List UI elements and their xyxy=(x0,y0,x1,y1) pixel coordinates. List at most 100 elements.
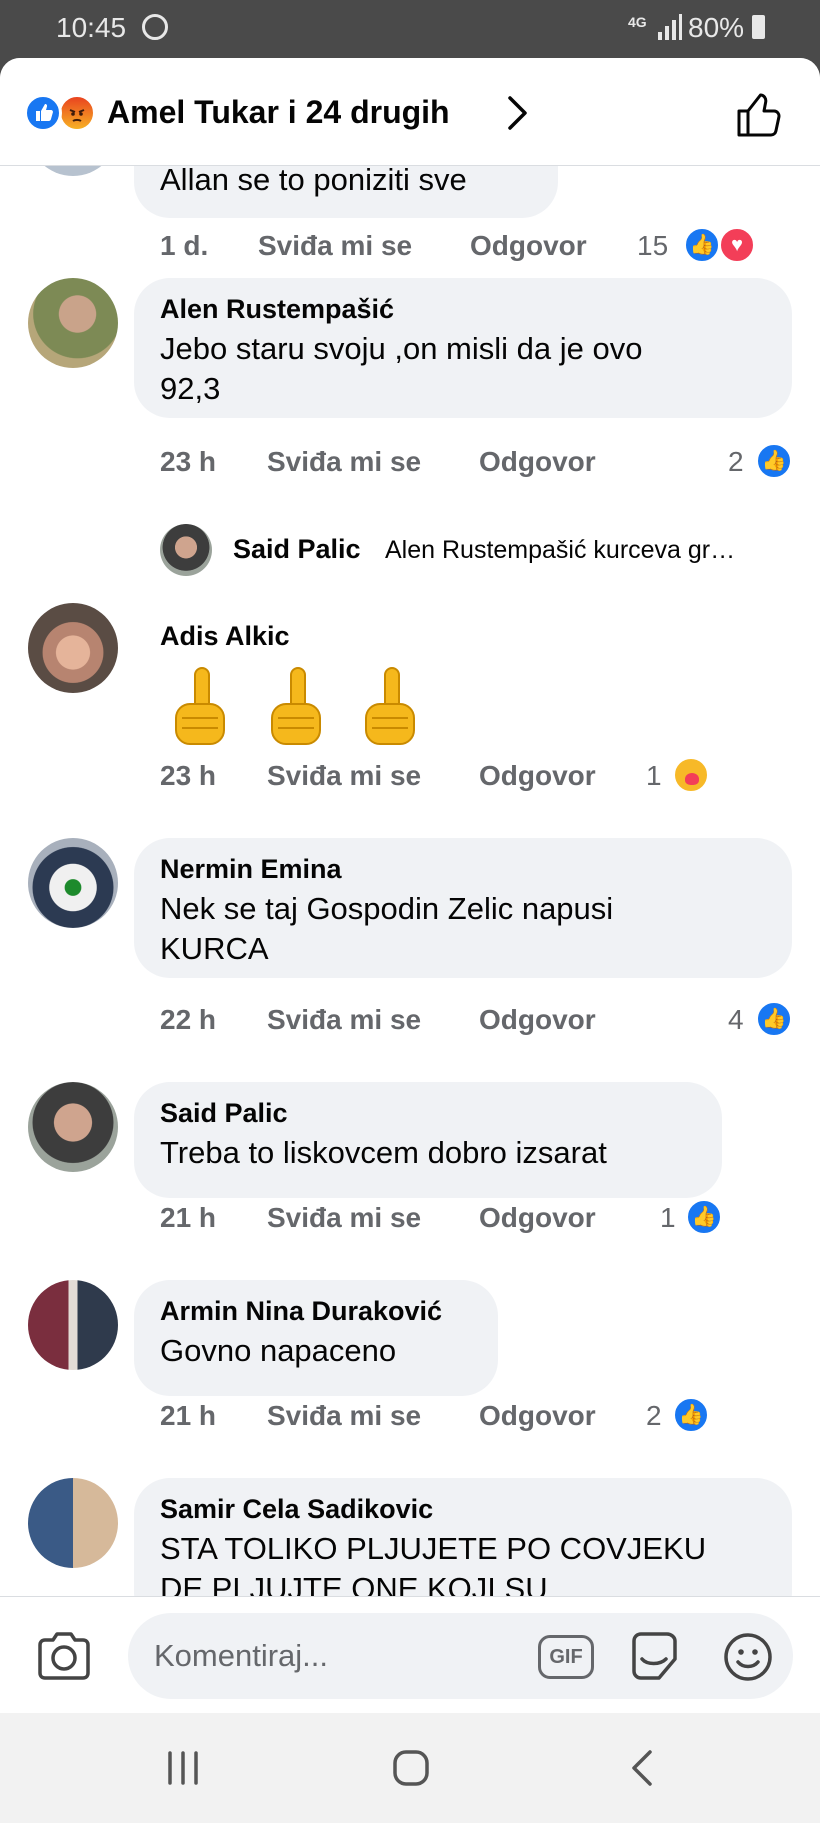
reply-author[interactable]: Said Palic xyxy=(233,534,361,565)
status-bar: 10:45 4G 80% xyxy=(0,0,820,58)
comment-author[interactable]: Nermin Emina xyxy=(160,854,766,885)
reply-link[interactable]: Odgovor xyxy=(479,1004,596,1036)
avatar[interactable] xyxy=(28,166,118,176)
like-link[interactable]: Sviđa mi se xyxy=(267,446,421,478)
comment-emoji xyxy=(170,666,430,750)
like-link[interactable]: Sviđa mi se xyxy=(258,230,412,262)
comment-author[interactable]: Armin Nina Duraković xyxy=(160,1296,472,1327)
like-link[interactable]: Sviđa mi se xyxy=(267,1202,421,1234)
comment-author[interactable]: Samir Cela Sadikovic xyxy=(160,1494,766,1525)
battery-icon xyxy=(752,15,765,39)
comment-author[interactable]: Said Palic xyxy=(160,1098,696,1129)
comment-composer: Komentiraj... GIF xyxy=(0,1596,820,1713)
comment-bubble[interactable]: Armin Nina Duraković Govno napaceno xyxy=(134,1280,498,1396)
like-icon: 👍 xyxy=(755,1000,793,1038)
avatar[interactable] xyxy=(28,278,118,368)
status-time: 10:45 xyxy=(56,12,127,43)
like-icon xyxy=(24,94,62,132)
comment-text: Treba to liskovcem dobro izsarat xyxy=(160,1133,696,1173)
avatar[interactable] xyxy=(28,1082,118,1172)
avatar[interactable] xyxy=(28,1280,118,1370)
like-link[interactable]: Sviđa mi se xyxy=(267,1004,421,1036)
comment-meta: 21 h Sviđa mi se Odgovor xyxy=(160,1202,660,1242)
recent-apps-icon[interactable] xyxy=(165,1751,201,1785)
pointing-up-emoji xyxy=(175,667,225,745)
avatar[interactable] xyxy=(28,1478,118,1568)
comment-input[interactable]: Komentiraj... GIF xyxy=(128,1613,793,1699)
comment-text: Allan se to poniziti sve xyxy=(160,166,467,197)
thumbs-up-icon[interactable] xyxy=(734,88,786,140)
comment-meta: 21 h Sviđa mi se Odgovor xyxy=(160,1400,660,1440)
reaction-count[interactable]: 2 xyxy=(728,446,744,478)
comment-text-line: Nek se taj Gospodin Zelic napusi xyxy=(160,891,614,926)
comment-text-line: Govno napaceno xyxy=(160,1333,397,1368)
comment-text: Govno napaceno xyxy=(160,1331,472,1371)
like-link[interactable]: Sviđa mi se xyxy=(267,760,421,792)
comment-text: Jebo staru svoju ,on misli da je ovo 92,… xyxy=(160,329,766,409)
reaction-count[interactable]: 15 xyxy=(637,230,668,262)
reactions-summary[interactable]: Amel Tukar i 24 drugih xyxy=(107,94,450,131)
network-type: 4G xyxy=(628,14,647,30)
comment-text-line: Treba to liskovcem dobro izsarat xyxy=(160,1135,607,1170)
comment-meta: 23 h Sviđa mi se Odgovor xyxy=(160,446,660,486)
reply-link[interactable]: Odgovor xyxy=(479,446,596,478)
reaction-count[interactable]: 1 xyxy=(660,1202,676,1234)
comment-text-line: 92,3 xyxy=(160,371,221,406)
comment-time: 21 h xyxy=(160,1202,217,1233)
signal-icon xyxy=(656,14,682,40)
back-icon[interactable] xyxy=(628,1749,656,1787)
comment-placeholder: Komentiraj... xyxy=(154,1638,329,1673)
comment-bubble[interactable]: Samir Cela Sadikovic STA TOLIKO PLJUJETE… xyxy=(134,1478,792,1596)
home-icon[interactable] xyxy=(392,1749,430,1787)
comment-meta: 22 h Sviđa mi se Odgovor xyxy=(160,1004,660,1044)
reply-link[interactable]: Odgovor xyxy=(479,1202,596,1234)
camera-icon[interactable] xyxy=(34,1627,94,1685)
love-icon: ♥ xyxy=(718,226,756,264)
pointing-up-emoji xyxy=(271,667,321,745)
comment-text: STA TOLIKO PLJUJETE PO COVJEKU DE PLJUJT… xyxy=(160,1529,766,1596)
comment-time: 21 h xyxy=(160,1400,217,1431)
comment-text-line: STA TOLIKO PLJUJETE PO COVJEKU xyxy=(160,1531,707,1566)
comment-text-line: DE PLJUJTE ONE KOJI SU xyxy=(160,1571,548,1596)
comment-author[interactable]: Alen Rustempašić xyxy=(160,294,766,325)
comment-bubble[interactable]: Nermin Emina Nek se taj Gospodin Zelic n… xyxy=(134,838,792,978)
reactions-header[interactable]: Amel Tukar i 24 drugih xyxy=(0,58,820,166)
comment-bubble[interactable]: Said Palic Treba to liskovcem dobro izsa… xyxy=(134,1082,722,1198)
like-icon: 👍 xyxy=(672,1396,710,1434)
comment-author[interactable]: Adis Alkic xyxy=(160,621,290,652)
reaction-count[interactable]: 1 xyxy=(646,760,662,792)
reaction-count[interactable]: 4 xyxy=(728,1004,744,1036)
comment-meta: 23 h Sviđa mi se Odgovor xyxy=(160,760,660,800)
like-icon: 👍 xyxy=(755,442,793,480)
comment-time: 1 d. xyxy=(160,230,209,261)
pointing-up-emoji xyxy=(365,667,415,745)
gif-button[interactable]: GIF xyxy=(538,1635,594,1679)
comments-sheet: Amel Tukar i 24 drugih Allan se to poniz… xyxy=(0,58,820,1713)
system-nav-bar xyxy=(0,1713,820,1823)
sticker-icon[interactable] xyxy=(626,1629,684,1685)
angry-icon xyxy=(58,94,96,132)
comment-time: 23 h xyxy=(160,760,217,791)
emoji-icon[interactable] xyxy=(722,1631,774,1683)
avatar[interactable] xyxy=(28,838,118,928)
reply-link[interactable]: Odgovor xyxy=(479,1400,596,1432)
like-link[interactable]: Sviđa mi se xyxy=(267,1400,421,1432)
reply-preview[interactable]: Alen Rustempašić kurceva gr… xyxy=(385,536,735,565)
comment-text-line: KURCA xyxy=(160,931,269,966)
comment-list[interactable]: Allan se to poniziti sve 1 d. Sviđa mi s… xyxy=(0,166,820,1596)
comment-bubble[interactable]: Alen Rustempašić Jebo staru svoju ,on mi… xyxy=(134,278,792,418)
chevron-right-icon[interactable] xyxy=(500,94,534,132)
avatar[interactable] xyxy=(160,524,212,576)
comment-bubble[interactable]: Allan se to poniziti sve xyxy=(134,166,558,218)
reply-link[interactable]: Odgovor xyxy=(470,230,587,262)
care-icon xyxy=(672,756,710,794)
comment-time: 23 h xyxy=(160,446,217,477)
reaction-count[interactable]: 2 xyxy=(646,1400,662,1432)
comment-text: Nek se taj Gospodin Zelic napusi KURCA xyxy=(160,889,766,969)
battery-percent: 80% xyxy=(688,12,745,43)
like-icon: 👍 xyxy=(683,226,721,264)
comment-text-line: Jebo staru svoju ,on misli da je ovo xyxy=(160,331,643,366)
avatar[interactable] xyxy=(28,603,118,693)
whatsapp-icon xyxy=(142,14,168,40)
reply-link[interactable]: Odgovor xyxy=(479,760,596,792)
